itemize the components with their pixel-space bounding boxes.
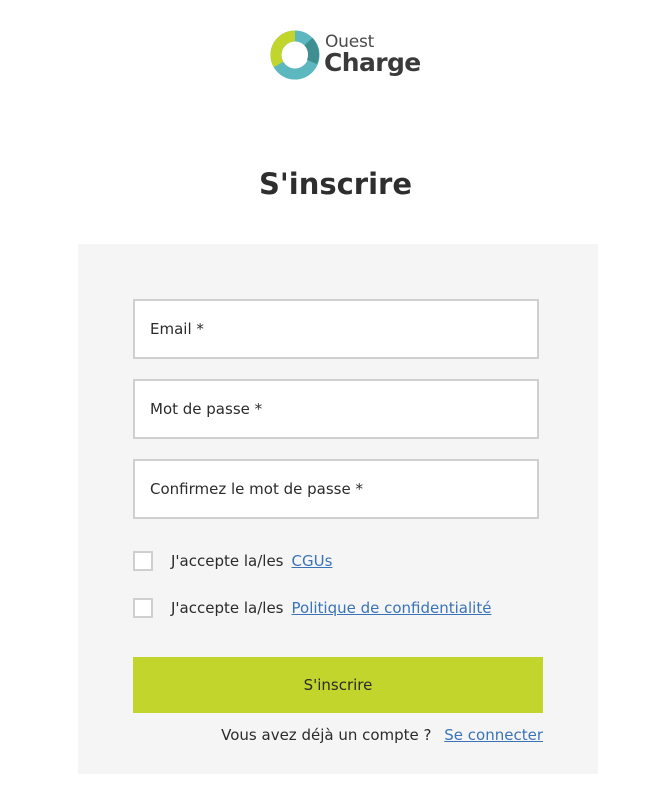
cgu-link[interactable]: CGUs <box>292 552 333 570</box>
email-field[interactable] <box>135 301 537 357</box>
ouest-charge-logo: Ouest Charge <box>268 28 421 82</box>
login-link[interactable]: Se connecter <box>444 726 543 744</box>
page-title: S'inscrire <box>258 167 412 201</box>
password-field-box <box>133 379 539 439</box>
confirm-password-field-box <box>133 459 539 519</box>
signup-page: Ouest Charge S'inscrire J'accepte la/les… <box>0 0 671 791</box>
signup-button[interactable]: S'inscrire <box>133 657 543 713</box>
logo-text-charge: Charge <box>324 48 421 77</box>
login-prompt-row: Vous avez déjà un compte ? Se connecter <box>221 726 543 744</box>
cgu-checkbox[interactable] <box>133 551 153 571</box>
cgu-label: J'accepte la/les <box>171 552 284 570</box>
cgu-row: J'accepte la/les CGUs <box>133 549 332 573</box>
signup-form: J'accepte la/les CGUs J'accepte la/les P… <box>78 244 598 774</box>
privacy-checkbox[interactable] <box>133 598 153 618</box>
logo-ring-icon <box>270 30 320 80</box>
privacy-policy-link[interactable]: Politique de confidentialité <box>292 599 492 617</box>
login-prompt-text: Vous avez déjà un compte ? <box>221 726 432 744</box>
confirm-password-field[interactable] <box>135 461 537 517</box>
email-field-box <box>133 299 539 359</box>
privacy-row: J'accepte la/les Politique de confidenti… <box>133 596 491 620</box>
privacy-label: J'accepte la/les <box>171 599 284 617</box>
password-field[interactable] <box>135 381 537 437</box>
